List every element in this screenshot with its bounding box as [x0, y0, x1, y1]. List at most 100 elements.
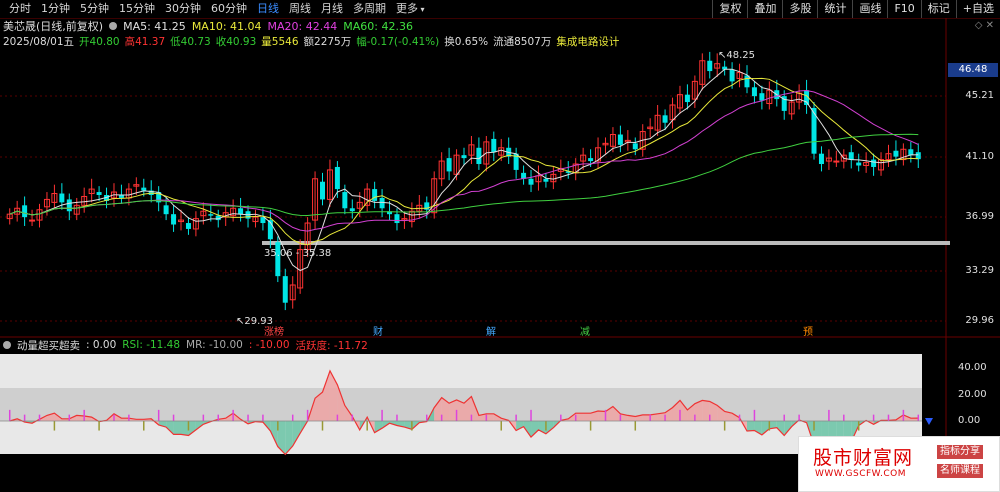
candlestick-chart[interactable]: [0, 0, 1000, 491]
toolbar-button-5[interactable]: F10: [887, 0, 920, 18]
candle-body: [401, 218, 408, 221]
indicator-area: [195, 421, 204, 430]
event-marker-2[interactable]: 解: [486, 323, 496, 338]
indicator-third: : -10.00: [248, 339, 290, 351]
indicator-area: [277, 421, 286, 455]
candle-body: [104, 195, 110, 201]
watermark-url: WWW.GSCFW.COM: [815, 469, 907, 479]
indicator-area: [612, 406, 621, 421]
indicator-area: [478, 413, 487, 421]
period-tab-5[interactable]: 60分钟: [206, 0, 252, 18]
candle-body: [6, 213, 13, 220]
event-marker-0[interactable]: 涨榜: [264, 323, 284, 338]
period-tab-2[interactable]: 5分钟: [75, 0, 114, 18]
quote-sector[interactable]: 集成电路设计: [556, 34, 619, 49]
candle-body: [580, 154, 587, 162]
candle-body: [215, 215, 221, 221]
toolbar-button-6[interactable]: 标记: [920, 0, 956, 18]
candle-body: [684, 94, 690, 103]
indicator-area: [665, 407, 673, 421]
settings-circle-icon[interactable]: [109, 22, 118, 30]
quote-open: 开40.80: [79, 35, 120, 48]
indicator-area: [895, 414, 904, 421]
period-tab-6[interactable]: 日线: [252, 0, 284, 18]
candle-body: [759, 93, 765, 101]
candle-body: [662, 115, 668, 123]
candle-body: [528, 178, 534, 185]
candle-body: [669, 104, 676, 121]
candle-body: [833, 160, 840, 163]
toolbar-button-1[interactable]: 叠加: [747, 0, 782, 18]
candle-body: [476, 147, 482, 165]
event-marker-3[interactable]: 减: [580, 323, 590, 338]
candle-body: [200, 210, 207, 217]
candle-body: [178, 219, 185, 223]
candle-body: [408, 210, 415, 223]
quote-info-bar: 2025/08/01五 开40.80 高41.37 低40.73 收40.93 …: [0, 34, 1000, 48]
candle-body: [438, 160, 445, 180]
toolbar-button-3[interactable]: 统计: [817, 0, 852, 18]
event-marker-4[interactable]: 预: [803, 323, 813, 338]
indicator-area: [329, 370, 338, 421]
indicator-area: [292, 421, 301, 447]
candle-body: [36, 209, 43, 221]
toolbar-button-2[interactable]: 多股: [782, 0, 817, 18]
indicator-area: [113, 413, 122, 421]
indicator-area: [627, 415, 636, 421]
diamond-icon[interactable]: ◇: [975, 20, 983, 31]
period-tab-1[interactable]: 1分钟: [36, 0, 75, 18]
candle-body: [96, 192, 102, 195]
candle-body: [185, 223, 191, 229]
indicator-tick: 0.00: [958, 415, 981, 426]
candle-body: [893, 150, 899, 157]
indicator-area: [717, 405, 725, 421]
period-tab-9[interactable]: 多周期: [348, 0, 391, 18]
candle-body: [617, 134, 623, 145]
candle-body: [416, 204, 423, 212]
indicator-area: [560, 418, 569, 421]
candle-body: [260, 217, 266, 224]
period-tab-4[interactable]: 30分钟: [160, 0, 206, 18]
indicator-name[interactable]: 动量超买超卖: [17, 338, 80, 353]
candle-body: [148, 190, 154, 195]
candle-body: [163, 205, 169, 215]
indicator-area: [449, 399, 457, 421]
ma-info-bar: 美芯晟(日线,前复权) MA5: 41.25 MA10: 41.04 MA20:…: [0, 19, 1000, 34]
toolbar-button-7[interactable]: +自选: [955, 0, 1000, 18]
candle-body: [707, 60, 713, 72]
indicator-area: [382, 421, 390, 429]
candle-body: [289, 284, 296, 301]
indicator-value: : 0.00: [86, 339, 117, 351]
candle-body: [356, 201, 363, 209]
candle-body: [781, 96, 787, 111]
indicator-settings-icon[interactable]: [3, 341, 11, 349]
close-icon[interactable]: ✕: [986, 20, 994, 31]
indicator-area: [106, 413, 114, 421]
period-tab-7[interactable]: 周线: [284, 0, 316, 18]
toolbar-button-4[interactable]: 画线: [852, 0, 887, 18]
period-tab-10[interactable]: 更多: [391, 0, 430, 19]
indicator-area: [799, 419, 807, 423]
period-tab-8[interactable]: 月线: [316, 0, 348, 18]
candle-body: [22, 205, 28, 218]
candle-body: [729, 69, 735, 82]
price-tick: 41.10: [965, 151, 994, 162]
period-tab-0[interactable]: 分时: [4, 0, 36, 18]
indicator-area: [679, 400, 688, 421]
indicator-area: [404, 421, 412, 430]
candle-body: [871, 159, 877, 167]
indicator-area: [858, 420, 867, 426]
indicator-area: [732, 413, 740, 421]
period-tab-3[interactable]: 15分钟: [114, 0, 160, 18]
toolbar-button-0[interactable]: 复权: [712, 0, 747, 18]
indicator-area: [590, 410, 599, 421]
indicator-area: [545, 421, 554, 434]
indicator-area: [605, 406, 613, 421]
indicator-area: [203, 421, 211, 425]
event-marker-1[interactable]: 财: [373, 323, 383, 338]
candle-body: [349, 208, 355, 212]
candle-body: [878, 159, 885, 171]
indicator-area: [188, 421, 196, 436]
indicator-activity: 活跃度: -11.72: [295, 339, 368, 352]
indicator-area: [486, 413, 494, 421]
